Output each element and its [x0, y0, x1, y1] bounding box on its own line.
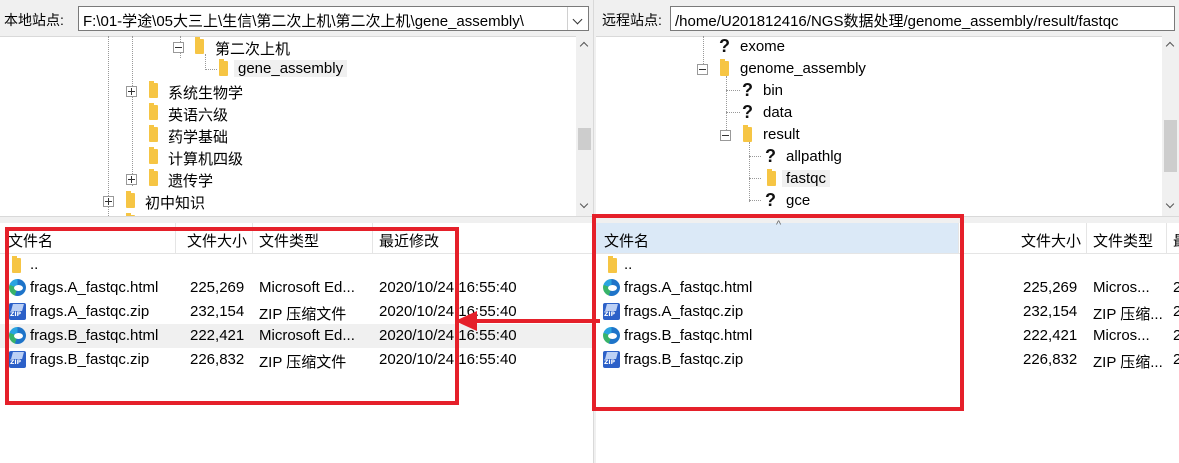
file-size: 222,421 [1023, 327, 1078, 344]
annotation-box-local [5, 227, 459, 405]
collapse-icon[interactable] [173, 42, 184, 53]
local-site-label: 本地站点: [4, 12, 64, 28]
remote-path-combo[interactable]: /home/U201812416/NGS数据处理/genome_assembly… [670, 6, 1175, 31]
folder-icon [149, 81, 158, 98]
tree-item-label: fastqc [782, 170, 831, 187]
file-size: 232,154 [1023, 303, 1078, 320]
tree-item-label: gene_assembly [234, 60, 348, 77]
scroll-thumb[interactable] [1164, 120, 1177, 172]
folder-icon [149, 103, 158, 120]
file-type: ZIP 压缩... [1093, 306, 1163, 323]
folder-icon [149, 147, 158, 164]
tree-item-label: 遗传学 [168, 173, 214, 190]
tree-item[interactable]: 英语六级 [0, 103, 560, 124]
file-type: ZIP 压缩... [1093, 354, 1163, 371]
tree-item-label: gce [786, 192, 811, 209]
chevron-down-icon[interactable] [567, 7, 588, 30]
unknown-folder-icon: ? [742, 102, 753, 122]
tree-item[interactable]: 遗传学 [0, 169, 560, 190]
tree-item-label: exome [740, 38, 786, 55]
tree-item[interactable]: 计算机四级 [0, 147, 560, 168]
file-type: Micros... [1093, 327, 1150, 344]
tree-item-label: bin [763, 82, 784, 99]
tree-item-label: 第二次上机 [215, 41, 291, 58]
folder-icon [219, 59, 228, 76]
folder-icon [126, 191, 135, 208]
tree-item[interactable]: ? allpathlg [596, 146, 1156, 167]
remote-tree-scrollbar[interactable] [1162, 36, 1179, 216]
folder-icon [720, 59, 729, 76]
local-site-bar: 本地站点: F:\01-学途\05大三上\生信\第二次上机\第二次上机\gene… [0, 0, 593, 37]
tree-item[interactable]: ? exome [596, 36, 1156, 57]
tree-item[interactable]: result [596, 125, 1156, 145]
annotation-arrow [455, 311, 600, 331]
file-type: Micros... [1093, 279, 1150, 296]
col-header-type[interactable]: 文件类型 [1093, 230, 1153, 251]
local-path-combo[interactable]: F:\01-学途\05大三上\生信\第二次上机\第二次上机\gene_assem… [78, 6, 589, 31]
local-directory-tree: 第二次上机 gene_assembly 系统生物学 英语六级 药学基础 计算机四… [0, 36, 593, 216]
tree-item-selected[interactable]: gene_assembly [0, 59, 560, 79]
file-size: 225,269 [1023, 279, 1078, 296]
tree-item-label: 英语六级 [168, 107, 229, 124]
local-tree-scrollbar[interactable] [576, 36, 593, 216]
scroll-down-icon[interactable] [576, 198, 593, 215]
remote-site-label: 远程站点: [602, 12, 662, 28]
folder-icon [149, 125, 158, 142]
collapse-icon[interactable] [720, 130, 731, 141]
tree-item-selected[interactable]: fastqc [596, 169, 1156, 189]
tree-item[interactable]: ? data [596, 102, 1156, 123]
tree-item-label: 药学基础 [168, 129, 229, 146]
remote-site-bar: 远程站点: /home/U201812416/NGS数据处理/genome_as… [596, 0, 1179, 37]
expand-icon[interactable] [103, 196, 114, 207]
tree-item-label: allpathlg [786, 148, 842, 165]
tree-item[interactable]: 初中知识 [0, 191, 560, 212]
folder-icon [149, 169, 158, 186]
tree-item[interactable]: genome_assembly [596, 59, 1156, 79]
scroll-up-icon[interactable] [1162, 36, 1179, 53]
annotation-box-remote [592, 214, 964, 411]
scroll-thumb[interactable] [578, 128, 591, 150]
tree-item-label: result [763, 126, 800, 143]
file-size: 226,832 [1023, 351, 1078, 368]
file-modified: 2 [1173, 279, 1179, 296]
file-modified: 2 [1173, 303, 1179, 320]
tree-item-label: data [763, 104, 793, 121]
col-header-modified[interactable]: 最 [1173, 230, 1179, 251]
tree-item-label: 系统生物学 [168, 85, 244, 102]
unknown-folder-icon: ? [765, 146, 776, 166]
tree-item-label: 计算机四级 [168, 151, 244, 168]
folder-icon [767, 169, 776, 186]
scroll-up-icon[interactable] [576, 36, 593, 53]
unknown-folder-icon: ? [765, 190, 776, 210]
col-header-size[interactable]: 文件大小 [1021, 230, 1081, 251]
tree-item-label: genome_assembly [740, 60, 866, 77]
tree-item[interactable]: 系统生物学 [0, 81, 560, 102]
tree-item[interactable]: ? bin [596, 80, 1156, 101]
tree-item[interactable]: 第二次上机 [0, 37, 560, 58]
collapse-icon[interactable] [697, 64, 708, 75]
unknown-folder-icon: ? [742, 80, 753, 100]
file-modified: 2 [1173, 351, 1179, 368]
local-path-text: F:\01-学途\05大三上\生信\第二次上机\第二次上机\gene_assem… [83, 13, 524, 30]
folder-icon [743, 125, 752, 142]
remote-path-text: /home/U201812416/NGS数据处理/genome_assembly… [675, 13, 1119, 30]
tree-item-label: 初中知识 [145, 195, 206, 212]
scroll-down-icon[interactable] [1162, 198, 1179, 215]
file-modified: 2 [1173, 327, 1179, 344]
expand-icon[interactable] [126, 86, 137, 97]
tree-item[interactable]: 药学基础 [0, 125, 560, 146]
remote-directory-tree: ? exome genome_assembly ? bin ? data res… [596, 36, 1179, 216]
unknown-folder-icon: ? [719, 36, 730, 56]
tree-item[interactable]: ? gce [596, 190, 1156, 211]
expand-icon[interactable] [126, 174, 137, 185]
folder-icon [195, 37, 204, 54]
